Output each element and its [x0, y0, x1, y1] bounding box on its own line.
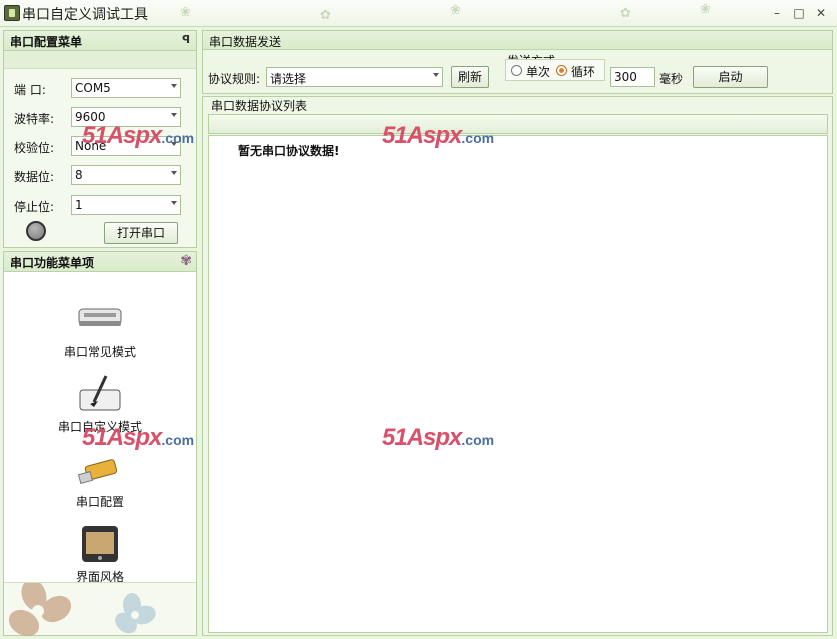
radio-loop-label: 循环 — [571, 65, 596, 79]
send-panel-header: 串口数据发送 — [203, 31, 832, 50]
stopbits-select[interactable]: 1 — [71, 195, 181, 215]
flower-decoration-icon: ❀ — [180, 5, 191, 20]
port-row: 端 口: COM5 — [14, 78, 184, 98]
chevron-down-icon — [171, 113, 177, 117]
watermark-suffix: .com — [461, 432, 495, 448]
empty-message: 暂无串口协议数据! — [238, 144, 340, 158]
flower-icon: ✾ — [180, 253, 192, 269]
watermark: 51Aspx.com — [382, 122, 494, 150]
baud-label: 波特率: — [14, 112, 55, 126]
interval-unit: 毫秒 — [659, 72, 684, 86]
databits-row: 数据位: 8 — [14, 165, 184, 185]
window-title: 串口自定义调试工具 — [22, 7, 148, 23]
send-mode-group: 单次 循环 — [505, 59, 605, 81]
radio-loop[interactable] — [556, 65, 567, 76]
databits-value: 8 — [75, 168, 83, 182]
radio-single[interactable] — [511, 65, 522, 76]
list-header-bar — [208, 114, 828, 134]
stopbits-label: 停止位: — [14, 200, 55, 214]
stopbits-value: 1 — [75, 198, 83, 212]
config-panel-title: 串口配置菜单 — [10, 35, 83, 49]
databits-label: 数据位: — [14, 170, 55, 184]
menu-item-label: 串口配置 — [75, 495, 124, 509]
start-button[interactable]: 启动 — [693, 66, 768, 88]
send-panel-title: 串口数据发送 — [209, 35, 282, 49]
flower-decoration-icon: ✿ — [620, 6, 631, 21]
watermark-text: 51Aspx — [82, 122, 162, 149]
watermark-text: 51Aspx — [382, 424, 462, 451]
config-panel-header: 串口配置菜单 ꟼ — [4, 31, 196, 51]
parity-label: 校验位: — [14, 141, 55, 155]
function-menu-header: 串口功能菜单项 ✾ — [4, 252, 196, 272]
protocol-label: 协议规则: — [208, 72, 261, 86]
close-button[interactable]: ✕ — [814, 6, 828, 20]
menu-item-label: 串口常见模式 — [63, 345, 136, 359]
flower-decoration-icon: ❀ — [450, 3, 461, 18]
title-bar: 串口自定义调试工具 ❀ ✿ ❀ ✿ ❀ – □ ✕ — [0, 0, 837, 27]
drive-icon — [78, 308, 122, 326]
watermark-text: 51Aspx — [382, 122, 462, 149]
watermark: 51Aspx.com — [82, 424, 194, 452]
minimize-button[interactable]: – — [770, 6, 784, 20]
chevron-down-icon — [171, 201, 177, 205]
watermark: 51Aspx.com — [82, 122, 194, 150]
send-panel: 串口数据发送 协议规则: 请选择 刷新 发送方式 单次 循环 300 毫秒 启动 — [202, 30, 833, 94]
list-panel-title: 串口数据协议列表 — [211, 99, 308, 113]
interval-input[interactable]: 300 — [610, 67, 655, 87]
protocol-list[interactable]: 暂无串口协议数据! — [208, 135, 828, 633]
port-label: 端 口: — [14, 83, 46, 97]
app-icon — [4, 5, 20, 21]
watermark: 51Aspx.com — [382, 424, 494, 452]
watermark-suffix: .com — [161, 130, 195, 146]
port-value: COM5 — [75, 81, 111, 95]
flower-decoration-icon — [8, 579, 156, 637]
chevron-down-icon — [433, 73, 439, 77]
refresh-button[interactable]: 刷新 — [451, 66, 489, 88]
chevron-down-icon — [171, 171, 177, 175]
function-menu-title: 串口功能菜单项 — [10, 256, 95, 270]
maximize-button[interactable]: □ — [792, 6, 806, 20]
chevron-down-icon — [171, 84, 177, 88]
radio-single-label: 单次 — [526, 65, 551, 79]
media-player-icon — [82, 526, 118, 562]
protocol-value: 请选择 — [270, 72, 307, 86]
menu-item-port-config[interactable]: 串口配置 — [4, 447, 196, 517]
flower-decoration-icon: ❀ — [700, 2, 711, 17]
protocol-select[interactable]: 请选择 — [266, 67, 443, 87]
pin-icon[interactable]: ꟼ — [182, 33, 190, 46]
databits-select[interactable]: 8 — [71, 165, 181, 185]
port-status-indicator — [26, 221, 46, 241]
watermark-suffix: .com — [461, 130, 495, 146]
usb-drive-icon — [77, 459, 118, 485]
protocol-list-panel: 串口数据协议列表 暂无串口协议数据! — [202, 96, 833, 636]
stopbits-row: 停止位: 1 — [14, 195, 184, 215]
pen-tablet-icon — [79, 375, 121, 411]
menu-item-common-mode[interactable]: 串口常见模式 — [4, 297, 196, 367]
open-port-button[interactable]: 打开串口 — [104, 222, 178, 244]
watermark-suffix: .com — [161, 432, 195, 448]
decorative-footer — [4, 579, 196, 637]
port-select[interactable]: COM5 — [71, 78, 181, 98]
config-toolbar-strip — [4, 51, 196, 69]
watermark-text: 51Aspx — [82, 424, 162, 451]
flower-decoration-icon: ✿ — [320, 8, 331, 23]
